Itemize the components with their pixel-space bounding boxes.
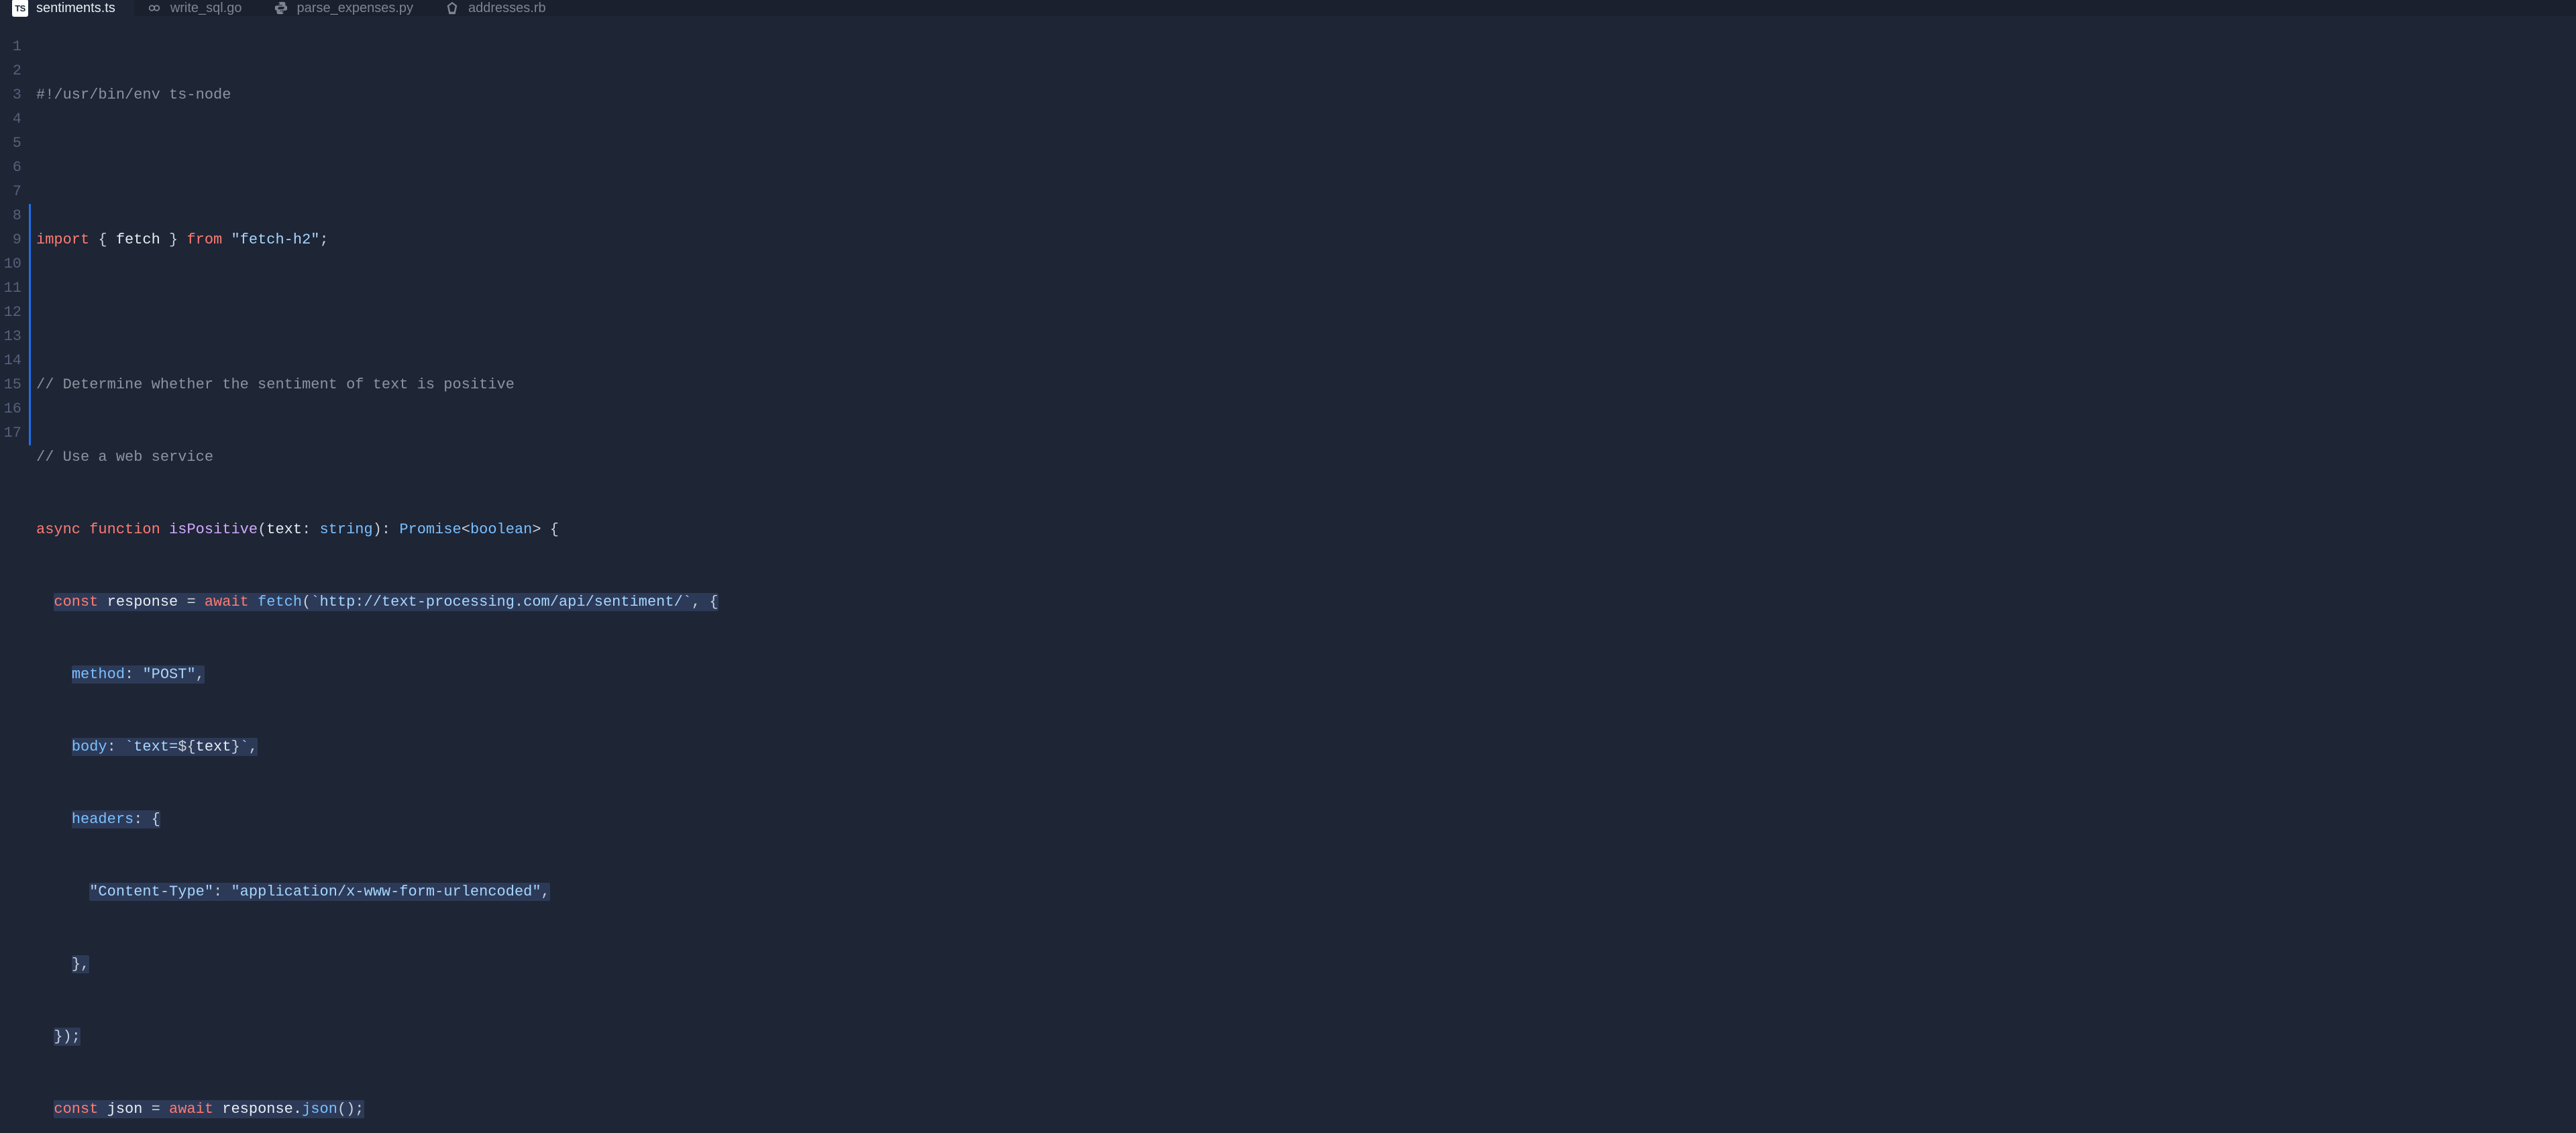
code-line: headers: { — [36, 808, 718, 832]
line-number: 10 — [0, 252, 21, 276]
code-line: const json = await response.json(); — [36, 1097, 718, 1122]
python-icon — [273, 0, 289, 16]
code-line: }, — [36, 953, 718, 977]
tab-write-sql-go[interactable]: write_sql.go — [134, 0, 261, 16]
line-number: 3 — [0, 83, 21, 107]
code-line: method: "POST", — [36, 663, 718, 687]
tab-label: addresses.rb — [468, 1, 546, 16]
code-area[interactable]: 1 2 3 4 5 6 7 8 9 10 11 12 13 14 15 16 1… — [0, 16, 2576, 1133]
line-number: 7 — [0, 180, 21, 204]
code-line: // Determine whether the sentiment of te… — [36, 373, 718, 397]
line-number: 13 — [0, 325, 21, 349]
tab-label: sentiments.ts — [36, 1, 115, 16]
line-number: 14 — [0, 349, 21, 373]
go-icon — [146, 0, 162, 16]
tab-sentiments-ts[interactable]: TS sentiments.ts — [0, 0, 134, 16]
code-line: "Content-Type": "application/x-www-form-… — [36, 880, 718, 904]
line-number: 1 — [0, 35, 21, 59]
typescript-icon: TS — [12, 0, 28, 16]
line-number: 12 — [0, 301, 21, 325]
line-number: 11 — [0, 276, 21, 301]
tab-parse-expenses-py[interactable]: parse_expenses.py — [261, 0, 432, 16]
code-line: // Use a web service — [36, 445, 718, 470]
line-number: 16 — [0, 397, 21, 421]
line-number: 15 — [0, 373, 21, 397]
code-line: #!/usr/bin/env ts-node — [36, 83, 718, 107]
code-line: }); — [36, 1025, 718, 1049]
code-line: async function isPositive(text: string):… — [36, 518, 718, 542]
tab-label: parse_expenses.py — [297, 1, 413, 16]
ruby-icon — [444, 0, 460, 16]
modified-indicator — [29, 204, 31, 445]
tab-bar: TS sentiments.ts write_sql.go parse_expe… — [0, 0, 2576, 16]
code-line: body: `text=${text}`, — [36, 735, 718, 759]
line-number: 4 — [0, 107, 21, 131]
code-line — [36, 301, 718, 325]
tab-addresses-rb[interactable]: addresses.rb — [432, 0, 565, 16]
line-number: 2 — [0, 59, 21, 83]
code-line — [36, 156, 718, 180]
tab-label: write_sql.go — [170, 1, 242, 16]
code-line: import { fetch } from "fetch-h2"; — [36, 228, 718, 252]
line-number: 5 — [0, 131, 21, 156]
code-content[interactable]: #!/usr/bin/env ts-node import { fetch } … — [27, 35, 718, 1133]
code-line: const response = await fetch(`http://tex… — [36, 590, 718, 614]
code-editor: TS sentiments.ts write_sql.go parse_expe… — [0, 0, 2576, 1133]
line-number: 8 — [0, 204, 21, 228]
line-number: 17 — [0, 421, 21, 445]
line-number: 6 — [0, 156, 21, 180]
line-gutter: 1 2 3 4 5 6 7 8 9 10 11 12 13 14 15 16 1… — [0, 35, 27, 1133]
line-number: 9 — [0, 228, 21, 252]
